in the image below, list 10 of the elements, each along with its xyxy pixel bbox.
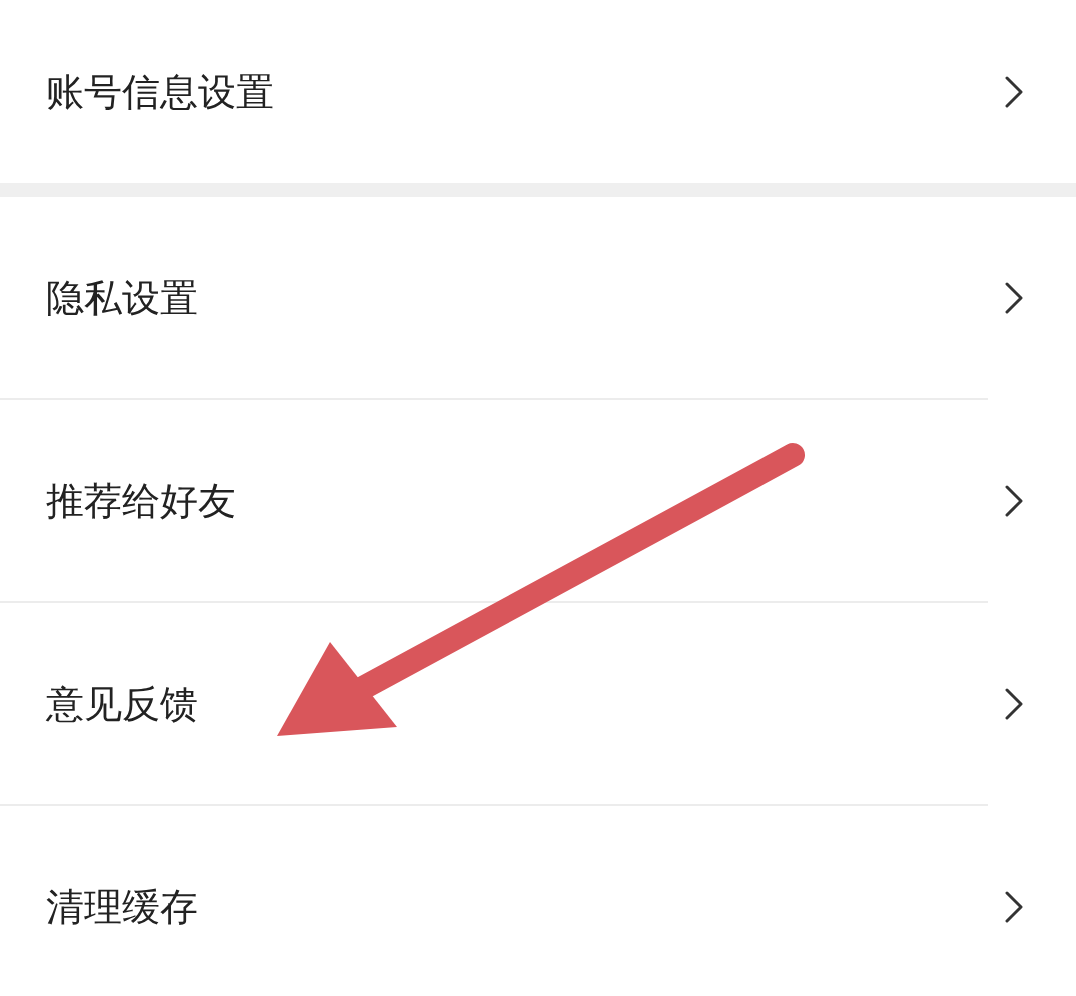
- chevron-right-icon: [1004, 686, 1024, 721]
- row-label: 意见反馈: [46, 684, 198, 723]
- chevron-right-icon: [1004, 280, 1024, 315]
- chevron-right-icon: [1004, 74, 1024, 109]
- row-label: 账号信息设置: [46, 72, 274, 111]
- row-label: 推荐给好友: [46, 481, 236, 520]
- chevron-right-icon: [1004, 483, 1024, 518]
- row-label: 清理缓存: [46, 887, 198, 926]
- row-label: 隐私设置: [46, 278, 198, 317]
- chevron-right-icon: [1004, 889, 1024, 924]
